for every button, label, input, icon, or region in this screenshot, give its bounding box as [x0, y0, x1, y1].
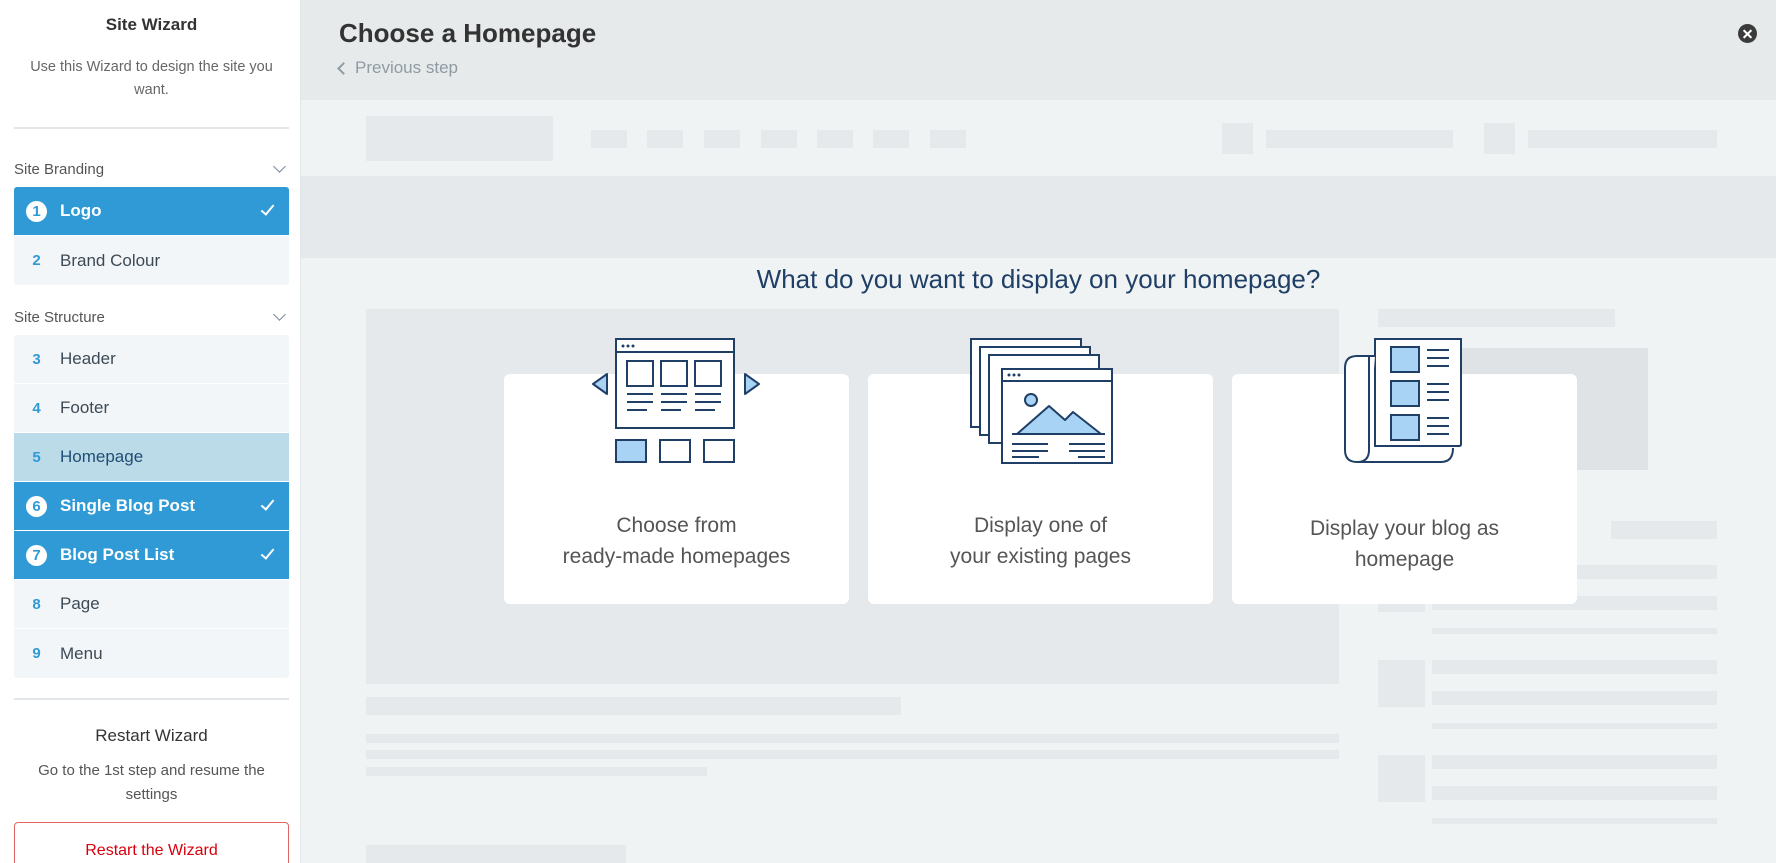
- step-label: Logo: [60, 201, 102, 220]
- step-label: Single Blog Post: [60, 496, 196, 515]
- sidebar-title: Site Wizard: [105, 15, 198, 34]
- step-label: Menu: [60, 643, 103, 663]
- site-wizard-app: Site Wizard Use this Wizard to design th…: [0, 0, 1776, 863]
- skeleton-nav-item: [930, 130, 966, 148]
- step-menu[interactable]: 9 Menu: [14, 629, 289, 678]
- skeleton-text: [366, 697, 901, 715]
- skeleton-nav-item: [873, 130, 909, 148]
- step-homepage[interactable]: 5 Homepage: [14, 433, 289, 482]
- step-logo[interactable]: 1 Logo: [14, 187, 289, 236]
- step-label: Footer: [60, 398, 110, 417]
- section-site-branding[interactable]: Site Branding: [14, 159, 289, 179]
- step-number: 1: [26, 200, 47, 222]
- step-footer[interactable]: 4 Footer: [14, 384, 289, 433]
- section-site-structure[interactable]: Site Structure: [14, 307, 289, 327]
- skeleton-line: [366, 750, 1339, 759]
- skeleton-line: [1432, 691, 1717, 705]
- option-blog-as-homepage[interactable]: Display your blog as homepage: [1232, 338, 1577, 604]
- wizard-sidebar: Site Wizard Use this Wizard to design th…: [0, 0, 301, 863]
- stacked-pages-icon: [970, 338, 1113, 464]
- step-brand-colour[interactable]: 2 Brand Colour: [14, 236, 289, 285]
- step-label: Brand Colour: [60, 250, 161, 270]
- previous-step-label: Previous step: [355, 58, 458, 77]
- step-page[interactable]: 8 Page: [14, 580, 289, 629]
- skeleton-line: [366, 767, 707, 776]
- step-number: 8: [32, 595, 41, 613]
- step-header[interactable]: 3 Header: [14, 335, 289, 384]
- skeleton-line: [366, 734, 1339, 743]
- step-number: 3: [32, 350, 41, 368]
- section-title: Site Structure: [14, 308, 105, 326]
- step-group-structure: 3 Header 4 Footer 5 Homepage 6 Single Bl…: [14, 335, 289, 678]
- homepage-question: What do you want to display on your home…: [756, 264, 1321, 294]
- chevron-left-icon: [335, 62, 347, 74]
- step-number: 5: [32, 448, 41, 466]
- chevron-down-icon[interactable]: [273, 163, 285, 175]
- previous-step-link[interactable]: Previous step: [335, 58, 458, 78]
- step-label: Page: [60, 594, 100, 613]
- restart-wizard-button[interactable]: Restart the Wizard: [14, 822, 289, 863]
- restart-description: Go to the 1st step and resume the settin…: [38, 762, 265, 803]
- checkmark-icon: [261, 497, 271, 512]
- skeleton-nav-item: [591, 130, 627, 148]
- checkmark-icon: [261, 202, 271, 217]
- section-title: Site Branding: [14, 160, 105, 178]
- skeleton-line: [1432, 755, 1717, 769]
- blog-newspaper-icon: [1344, 338, 1462, 464]
- restart-title: Restart Wizard: [95, 726, 208, 745]
- skeleton-text: [1611, 521, 1717, 539]
- sidebar-description: Use this Wizard to design the site you w…: [30, 59, 273, 98]
- skeleton-nav-item: [704, 130, 740, 148]
- skeleton-line: [1432, 786, 1717, 800]
- step-number: 4: [32, 399, 41, 417]
- step-label: Blog Post List: [60, 545, 175, 564]
- option-existing-pages[interactable]: Display one of your existing pages: [868, 338, 1213, 604]
- template-gallery-icon: [592, 338, 760, 463]
- skeleton-nav-item: [647, 130, 683, 148]
- page-title: Choose a Homepage: [339, 18, 597, 48]
- step-label: Header: [60, 349, 116, 368]
- main-header: Choose a Homepage Previous step: [301, 0, 1776, 100]
- step-number: 9: [32, 645, 41, 662]
- divider: [14, 127, 289, 129]
- chevron-down-icon[interactable]: [273, 311, 285, 323]
- step-label: Homepage: [60, 447, 144, 466]
- skeleton-text: [366, 845, 626, 863]
- option-label: Choose from ready-made homepages: [562, 514, 791, 568]
- skeleton-icon: [1222, 123, 1253, 154]
- option-label: Display one of your existing pages: [950, 514, 1131, 568]
- skeleton-text: [1378, 309, 1615, 327]
- skeleton-line: [1432, 723, 1717, 729]
- skeleton-line: [1432, 660, 1717, 674]
- option-ready-made-homepages[interactable]: Choose from ready-made homepages: [504, 338, 849, 604]
- close-icon[interactable]: [1738, 24, 1757, 43]
- step-blog-post-list[interactable]: 7 Blog Post List: [14, 531, 289, 580]
- option-label: Display your blog as homepage: [1309, 517, 1500, 571]
- skeleton-text: [1266, 130, 1453, 148]
- step-number: 7: [26, 544, 47, 566]
- skeleton-hero-band: [301, 176, 1776, 258]
- skeleton-text: [1528, 130, 1717, 148]
- skeleton-nav-item: [817, 130, 853, 148]
- skeleton-thumb: [1378, 755, 1425, 802]
- step-group-branding: 1 Logo 2 Brand Colour: [14, 187, 289, 285]
- skeleton-logo: [366, 116, 553, 161]
- step-number: 2: [32, 252, 41, 269]
- skeleton-line: [1432, 818, 1717, 824]
- step-number: 6: [26, 495, 47, 517]
- skeleton-icon: [1484, 123, 1515, 154]
- skeleton-thumb: [1378, 660, 1425, 707]
- main-panel: Choose a Homepage Previous step What do …: [301, 0, 1776, 863]
- step-single-blog-post[interactable]: 6 Single Blog Post: [14, 482, 289, 531]
- divider: [14, 698, 289, 700]
- skeleton-nav-item: [761, 130, 797, 148]
- skeleton-line: [1432, 628, 1717, 634]
- checkmark-icon: [261, 546, 271, 561]
